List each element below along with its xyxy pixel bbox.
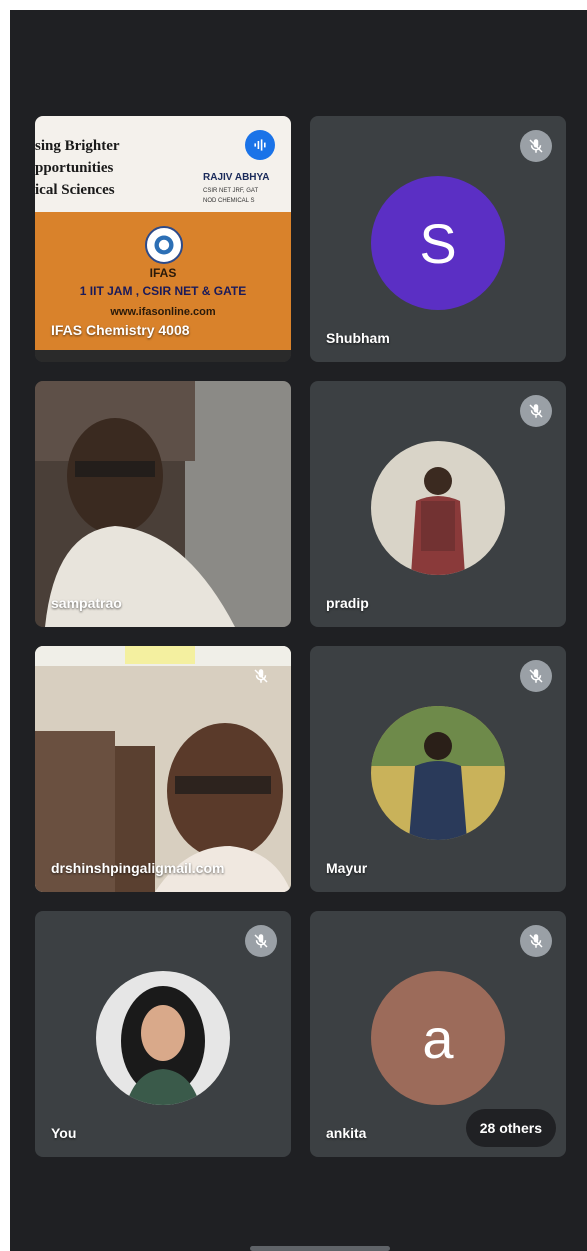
others-count-button[interactable]: 28 others [465, 1109, 556, 1147]
mic-off-icon [520, 130, 552, 162]
mic-off-icon [520, 925, 552, 957]
participant-tile-presentation[interactable]: sing Brighter pportunities ical Sciences… [35, 116, 291, 362]
slide-presenter-credential-1: CSIR NET JRF, GAT [203, 188, 259, 194]
slide-text-line-3: ical Sciences [35, 182, 115, 198]
participant-tile-pradip[interactable]: pradip [310, 381, 566, 627]
slide-presenter-name: RAJIV ABHYA [203, 172, 270, 183]
slide-ifas-title: IFAS [149, 266, 177, 280]
sound-wave-icon [245, 130, 275, 160]
slide-text-line-2: pportunities [35, 160, 114, 176]
avatar-initial: a [422, 1006, 454, 1070]
participant-tile-drshinshpingali[interactable]: drshinshpingaligmail.com [35, 646, 291, 892]
home-indicator[interactable] [250, 1246, 390, 1251]
participant-name: Shubham [326, 330, 390, 346]
participant-tile-shubham[interactable]: S Shubham [310, 116, 566, 362]
participant-name: pradip [326, 595, 369, 611]
slide-ifas-url: www.ifasonline.com [110, 306, 216, 318]
avatar: a [371, 971, 505, 1105]
participant-tile-ankita[interactable]: a ankita 28 others [310, 911, 566, 1157]
participant-tile-you[interactable]: You [35, 911, 291, 1157]
mic-off-icon [520, 660, 552, 692]
mic-off-icon [245, 925, 277, 957]
participant-name: Mayur [326, 860, 368, 876]
avatar [96, 971, 230, 1105]
participant-name: ankita [326, 1125, 367, 1141]
participant-video [35, 381, 291, 627]
participant-name: You [51, 1125, 77, 1141]
mic-off-icon [245, 660, 277, 692]
avatar: S [371, 176, 505, 310]
participant-name: drshinshpingaligmail.com [51, 860, 225, 876]
slide-text-line-1: sing Brighter [35, 138, 120, 154]
participant-tile-mayur[interactable]: Mayur [310, 646, 566, 892]
avatar [371, 441, 505, 575]
slide-presenter-credential-2: NOD CHEMICAL S [203, 198, 255, 204]
mic-off-icon [520, 395, 552, 427]
avatar-initial: S [419, 211, 457, 275]
participant-tile-sampatrao[interactable]: sampatrao [35, 381, 291, 627]
ifas-logo [145, 226, 183, 264]
meeting-grid: sing Brighter pportunities ical Sciences… [10, 10, 587, 1251]
slide-ifas-subtitle: 1 IIT JAM , CSIR NET & GATE [79, 284, 247, 298]
slide-strip [35, 350, 291, 362]
participant-name: sampatrao [51, 595, 122, 611]
avatar [371, 706, 505, 840]
participant-name: IFAS Chemistry 4008 [51, 322, 190, 338]
